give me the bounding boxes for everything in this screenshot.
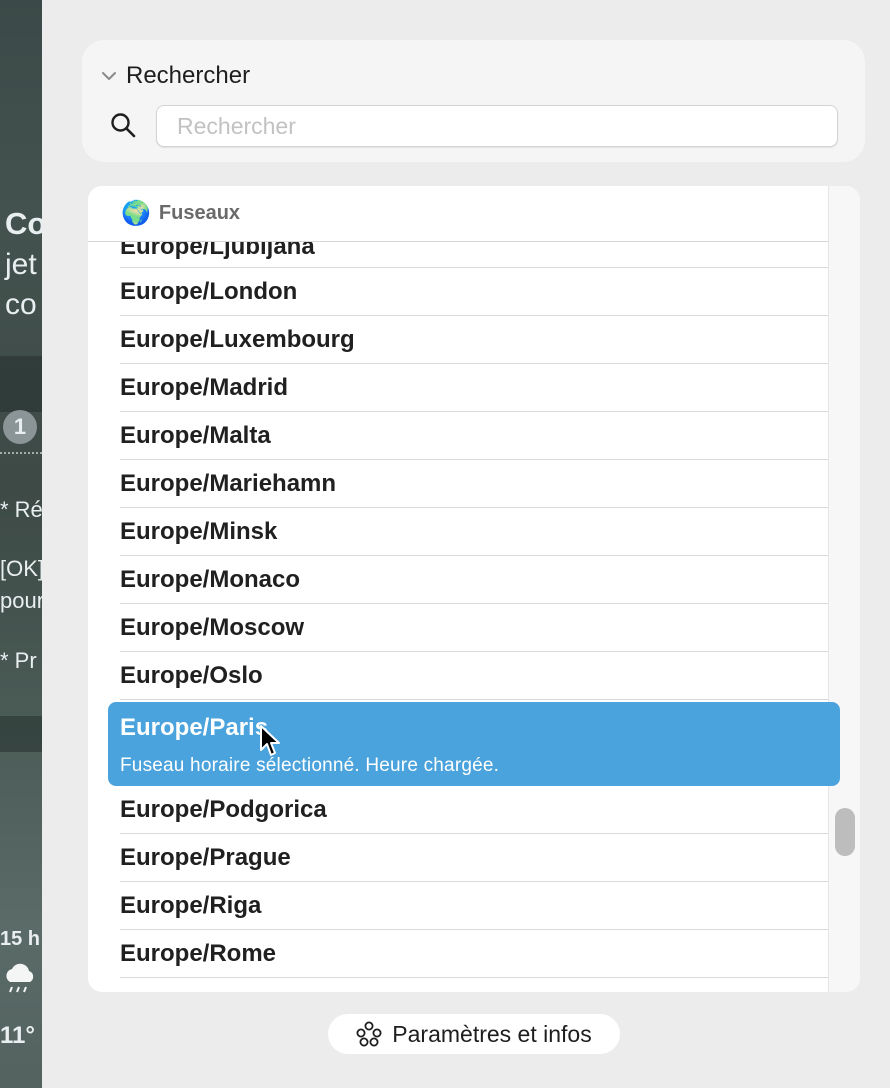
timezone-row-label: Europe/Oslo bbox=[120, 661, 263, 689]
selected-timezone-status: Fuseau horaire sélectionné. Heure chargé… bbox=[120, 755, 500, 776]
timezone-row-label: Europe/Luxembourg bbox=[120, 325, 355, 353]
background-window-strip: Co jet co 1 * Ré [OK] pour * Pr 15 h 11° bbox=[0, 0, 42, 1088]
search-panel: Rechercher bbox=[82, 40, 865, 162]
background-subtitle-fragment: jet bbox=[5, 248, 37, 281]
background-text-fragment: [OK] bbox=[0, 556, 42, 581]
search-input[interactable] bbox=[156, 105, 838, 147]
timezone-row[interactable]: Europe/Mariehamn bbox=[120, 460, 828, 508]
timezone-row[interactable]: Europe/Podgorica bbox=[120, 786, 828, 834]
timezone-row-label: Europe/Rome bbox=[120, 939, 277, 967]
background-text-fragment: * Pr bbox=[0, 648, 37, 673]
globe-icon: 🌍 bbox=[121, 199, 151, 227]
forecast-hour-label: 15 h bbox=[0, 928, 41, 950]
timezone-row[interactable]: Europe/London bbox=[120, 268, 828, 316]
chevron-down-icon bbox=[102, 72, 116, 80]
timezone-row[interactable]: Europe/Oslo bbox=[120, 652, 828, 700]
list-header-label: Fuseaux bbox=[158, 202, 241, 224]
timezone-list: Europe/Ljubljana Europe/London Europe/Luxe… bbox=[88, 186, 828, 992]
timezone-row-selected[interactable]: Europe/Paris Fuseau horaire sélectionné.… bbox=[108, 702, 840, 786]
timezone-row[interactable]: Europe/Riga bbox=[120, 882, 828, 930]
timezone-row-label: Europe/Moscow bbox=[120, 613, 305, 641]
timezone-row[interactable]: Europe/Luxembourg bbox=[120, 316, 828, 364]
timezone-row-label: Europe/Prague bbox=[120, 843, 291, 871]
mouse-pointer-icon bbox=[260, 725, 280, 756]
background-subtitle-fragment: co bbox=[5, 288, 37, 321]
timezone-row[interactable]: Europe/Monaco bbox=[120, 556, 828, 604]
background-title-fragment: Co bbox=[5, 206, 42, 241]
search-section-toggle[interactable]: Rechercher bbox=[100, 62, 250, 90]
timezone-row-label: Europe/Mariehamn bbox=[120, 469, 337, 497]
timezone-row-label: Europe/Riga bbox=[120, 891, 262, 919]
settings-info-button[interactable]: Paramètres et infos bbox=[328, 1014, 620, 1054]
timezone-row-label: Europe/Monaco bbox=[120, 565, 301, 593]
timezone-row-label: Europe/London bbox=[120, 277, 298, 305]
timezone-row[interactable]: Europe/Malta bbox=[120, 412, 828, 460]
timezone-row-label: Europe/Madrid bbox=[120, 373, 289, 401]
search-section-title: Rechercher bbox=[126, 62, 251, 89]
timezone-row-label: Europe/Malta bbox=[120, 421, 271, 449]
background-band bbox=[0, 356, 42, 412]
timezone-row[interactable]: Europe/Minsk bbox=[120, 508, 828, 556]
timezone-list-panel: Europe/Ljubljana Europe/London Europe/Luxe… bbox=[88, 186, 860, 992]
search-icon bbox=[111, 113, 136, 138]
background-band bbox=[0, 716, 42, 752]
settings-info-label: Paramètres et infos bbox=[392, 1020, 592, 1047]
settings-cluster-icon bbox=[356, 1021, 382, 1047]
timezone-row-label: Europe/Minsk bbox=[120, 517, 278, 545]
selected-timezone-name: Europe/Paris bbox=[120, 714, 269, 741]
scrollbar-thumb[interactable] bbox=[835, 808, 855, 856]
scrollbar-track[interactable] bbox=[828, 186, 860, 992]
forecast-temperature: 11° bbox=[0, 1022, 35, 1049]
background-text-fragment: * Ré bbox=[0, 497, 42, 522]
background-text-fragment: pour bbox=[0, 588, 42, 613]
timezone-row[interactable]: Europe/Prague bbox=[120, 834, 828, 882]
timezone-row[interactable]: Europe/Moscow bbox=[120, 604, 828, 652]
step-number-badge: 1 bbox=[3, 410, 37, 444]
list-header: 🌍 Fuseaux bbox=[88, 186, 828, 242]
timezone-row[interactable]: Europe/Rome bbox=[120, 930, 828, 978]
dotted-divider bbox=[0, 452, 42, 454]
cloud-rain-icon bbox=[0, 962, 40, 1004]
timezone-row[interactable]: Europe/Madrid bbox=[120, 364, 828, 412]
timezone-row-label: Europe/Podgorica bbox=[120, 795, 327, 823]
